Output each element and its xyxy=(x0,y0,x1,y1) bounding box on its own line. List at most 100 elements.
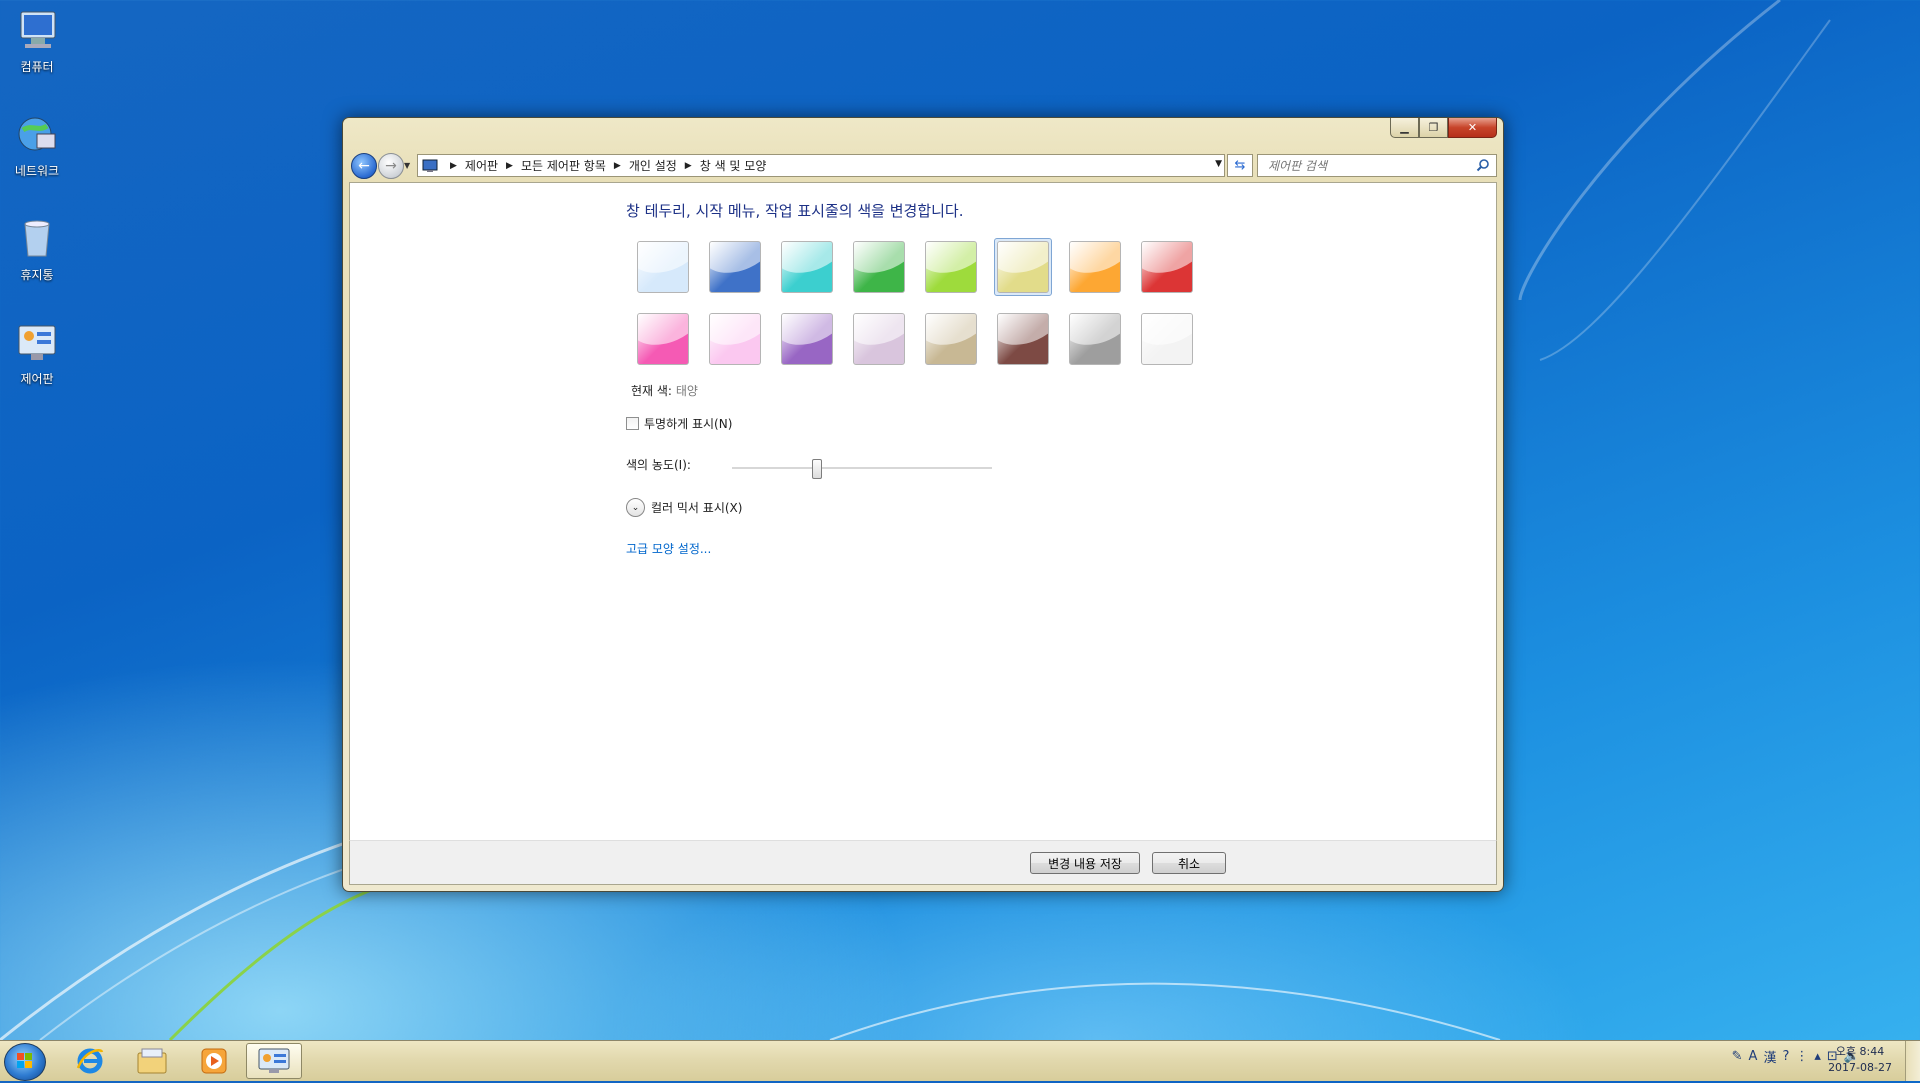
breadcrumb-personalization[interactable]: 개인 설정 xyxy=(629,157,677,174)
taskbar-media-player[interactable] xyxy=(186,1043,242,1079)
slider-thumb[interactable] xyxy=(812,459,822,479)
back-arrow-icon: ← xyxy=(358,158,370,174)
color-swatch[interactable] xyxy=(634,238,692,296)
desktop-icon-label: 네트워크 xyxy=(14,164,60,178)
address-dropdown-icon[interactable]: ▼ xyxy=(1215,159,1222,169)
color-swatch[interactable] xyxy=(706,238,764,296)
color-swatch[interactable] xyxy=(1066,238,1124,296)
chevron-right-icon[interactable]: ▶ xyxy=(450,161,457,171)
clock-time: 오후 8:44 xyxy=(1835,1045,1885,1058)
minimize-icon: ▁ xyxy=(1400,121,1409,134)
refresh-button[interactable]: ⇆ xyxy=(1227,154,1253,177)
show-desktop-button[interactable] xyxy=(1905,1041,1920,1081)
chevron-down-icon[interactable]: ⌄ xyxy=(626,498,645,517)
search-box[interactable] xyxy=(1257,154,1497,177)
current-color-value: 태양 xyxy=(675,384,698,398)
color-swatch[interactable] xyxy=(850,310,908,368)
refresh-icon: ⇆ xyxy=(1234,158,1246,173)
breadcrumb-all-items[interactable]: 모든 제어판 항목 xyxy=(521,157,606,174)
ime-mode-indicator[interactable]: A xyxy=(1749,1049,1758,1064)
start-button[interactable] xyxy=(4,1043,46,1081)
search-icon[interactable] xyxy=(1476,158,1490,172)
taskbar-control-panel[interactable] xyxy=(246,1043,302,1079)
color-swatch-fill[interactable] xyxy=(1141,313,1193,365)
color-swatch[interactable] xyxy=(634,310,692,368)
color-swatch-fill[interactable] xyxy=(781,241,833,293)
color-swatch[interactable] xyxy=(850,238,908,296)
breadcrumb-window-color[interactable]: 창 색 및 모양 xyxy=(700,157,767,174)
help-icon[interactable]: ? xyxy=(1782,1049,1789,1064)
recent-pages-dropdown[interactable]: ▼ xyxy=(404,161,410,170)
taskbar-file-explorer[interactable] xyxy=(124,1043,180,1079)
color-swatch[interactable] xyxy=(778,310,836,368)
taskbar-internet-explorer[interactable] xyxy=(62,1043,118,1079)
control-panel-icon xyxy=(258,1048,290,1073)
color-swatch-fill[interactable] xyxy=(637,241,689,293)
breadcrumb-control-panel[interactable]: 제어판 xyxy=(465,157,498,174)
desktop-icon-network[interactable]: 네트워크 xyxy=(6,112,68,179)
control-panel-icon xyxy=(422,159,438,172)
transparency-option[interactable]: 투명하게 표시(N) xyxy=(626,415,732,432)
media-player-icon xyxy=(201,1048,227,1074)
transparency-checkbox[interactable] xyxy=(626,417,639,430)
color-swatch-fill[interactable] xyxy=(997,241,1049,293)
ime-hanja-indicator[interactable]: 漢 xyxy=(1763,1047,1776,1066)
minimize-button[interactable]: ▁ xyxy=(1390,118,1419,138)
color-mixer-label[interactable]: 컬러 믹서 표시(X) xyxy=(651,499,742,516)
advanced-appearance-link[interactable]: 고급 모양 설정... xyxy=(626,540,711,557)
color-swatch-fill[interactable] xyxy=(1069,313,1121,365)
intensity-slider[interactable] xyxy=(732,459,992,479)
color-swatch-fill[interactable] xyxy=(1141,241,1193,293)
ime-options-icon[interactable]: ⋮ xyxy=(1795,1049,1808,1064)
color-swatch[interactable] xyxy=(922,310,980,368)
color-swatch-fill[interactable] xyxy=(709,241,761,293)
show-hidden-icons-icon[interactable]: ▴ xyxy=(1814,1049,1821,1064)
chevron-right-icon[interactable]: ▶ xyxy=(506,161,513,171)
content-pane: 창 테두리, 시작 메뉴, 작업 표시줄의 색을 변경합니다. 현재 색: 태양… xyxy=(349,182,1497,842)
color-swatch-fill[interactable] xyxy=(925,313,977,365)
color-swatch-fill[interactable] xyxy=(709,313,761,365)
close-button[interactable]: ✕ xyxy=(1448,118,1497,138)
color-swatch[interactable] xyxy=(1138,310,1196,368)
language-bar-icon[interactable]: ✎ xyxy=(1732,1049,1743,1064)
color-swatch-fill[interactable] xyxy=(853,241,905,293)
color-swatch-fill[interactable] xyxy=(997,313,1049,365)
search-input[interactable] xyxy=(1266,157,1475,174)
computer-icon xyxy=(20,11,56,48)
color-swatch[interactable] xyxy=(994,238,1052,296)
clock[interactable]: 오후 8:44 2017-08-27 xyxy=(1828,1044,1892,1076)
address-bar[interactable]: ▶ 제어판 ▶ 모든 제어판 항목 ▶ 개인 설정 ▶ 창 색 및 모양 ▼ xyxy=(417,154,1225,177)
desktop-icon-label: 휴지통 xyxy=(20,268,54,282)
color-swatch[interactable] xyxy=(1138,238,1196,296)
chevron-right-icon[interactable]: ▶ xyxy=(685,161,692,171)
chevron-right-icon[interactable]: ▶ xyxy=(614,161,621,171)
caption-buttons: ▁ ❐ ✕ xyxy=(1390,118,1497,138)
color-mixer-toggle[interactable]: ⌄ 컬러 믹서 표시(X) xyxy=(626,498,742,517)
color-swatch-fill[interactable] xyxy=(1069,241,1121,293)
color-swatch-fill[interactable] xyxy=(925,241,977,293)
forward-button[interactable]: → xyxy=(378,153,404,179)
current-color: 현재 색: 태양 xyxy=(631,382,698,399)
forward-arrow-icon: → xyxy=(385,158,397,174)
slider-track[interactable] xyxy=(732,467,992,470)
back-button[interactable]: ← xyxy=(351,153,377,179)
color-swatch-fill[interactable] xyxy=(781,313,833,365)
maximize-button[interactable]: ❐ xyxy=(1419,118,1448,138)
color-swatch[interactable] xyxy=(706,310,764,368)
taskbar: ✎ A 漢 ? ⋮ ▴ ⊡ 🔈 오후 8:44 2017-08-27 xyxy=(0,1040,1920,1081)
personalization-window: ▁ ❐ ✕ ← → ▼ ▶ 제어판 ▶ 모든 제어판 항목 ▶ 개인 설정 ▶ xyxy=(342,117,1504,892)
color-swatch-fill[interactable] xyxy=(637,313,689,365)
save-changes-button[interactable]: 변경 내용 저장 xyxy=(1030,852,1140,874)
color-swatch-fill[interactable] xyxy=(853,313,905,365)
color-swatch[interactable] xyxy=(922,238,980,296)
color-swatch[interactable] xyxy=(1066,310,1124,368)
cancel-button[interactable]: 취소 xyxy=(1152,852,1226,874)
desktop-icon-control-panel[interactable]: 제어판 xyxy=(6,320,68,387)
color-swatch[interactable] xyxy=(994,310,1052,368)
desktop-icon-recycle-bin[interactable]: 휴지통 xyxy=(6,216,68,283)
transparency-label[interactable]: 투명하게 표시(N) xyxy=(644,415,732,432)
desktop-icon-computer[interactable]: 컴퓨터 xyxy=(6,8,68,75)
desktop-icon-label: 제어판 xyxy=(20,372,54,386)
color-swatch[interactable] xyxy=(778,238,836,296)
control-panel-icon xyxy=(18,325,56,360)
